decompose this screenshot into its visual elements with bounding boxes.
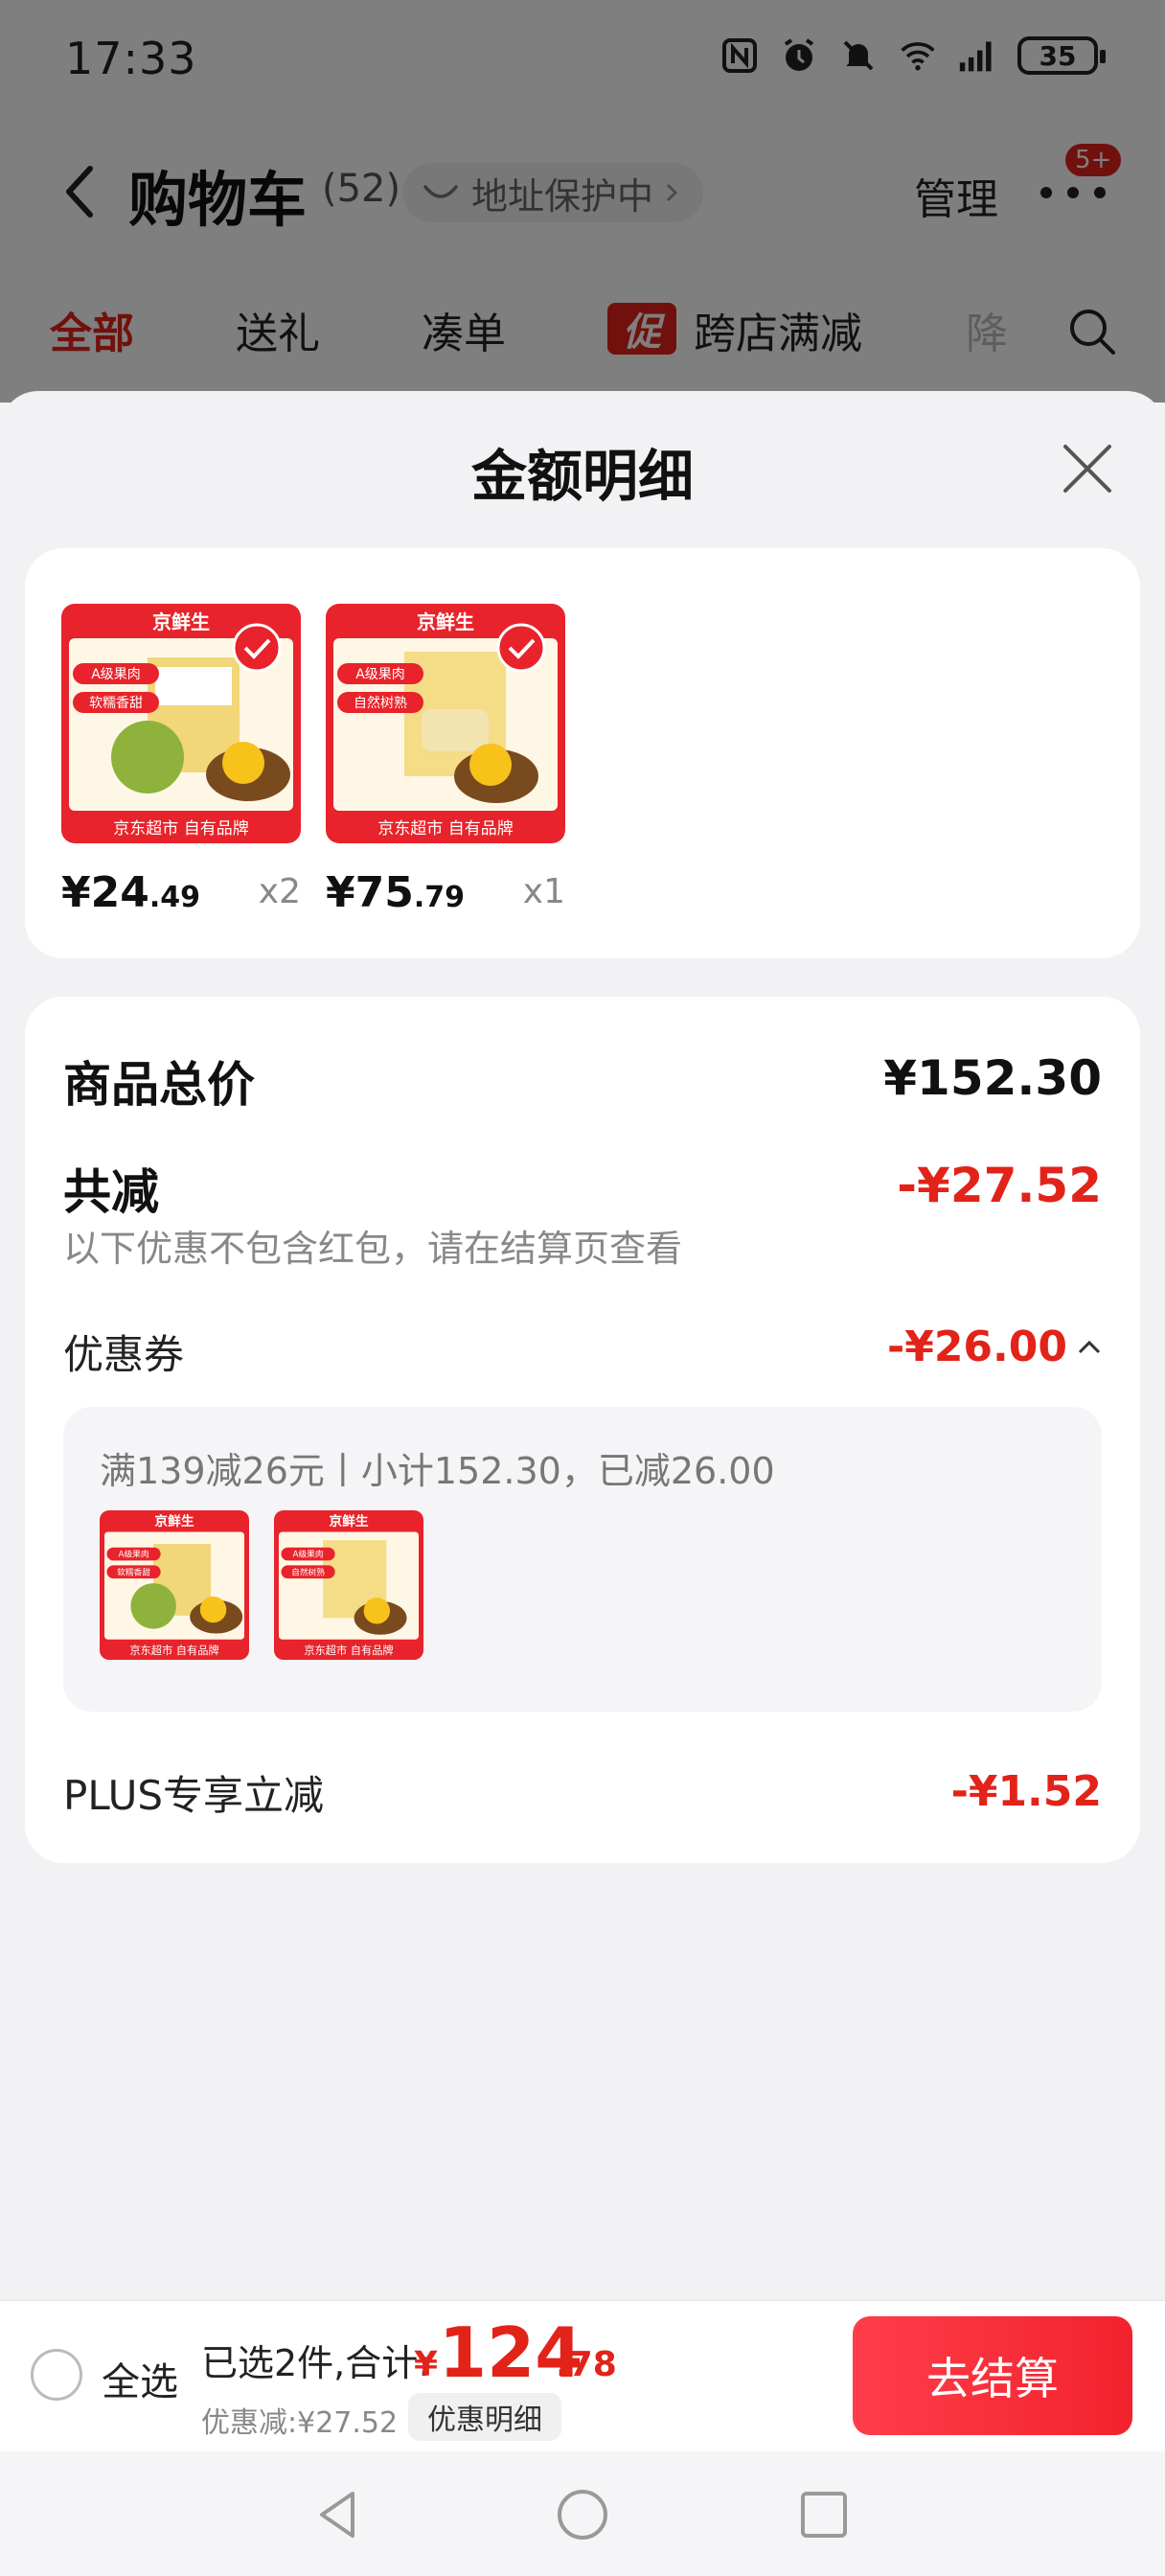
svg-text:自然树熟: 自然树熟: [291, 1566, 325, 1577]
amount-detail-sheet: 金额明细 京鲜生 A级果肉 软糯香甜 京东超市 自有品牌 ¥24.49 x2 京…: [0, 391, 1165, 2308]
product-price: ¥75.79: [326, 868, 466, 917]
coupon-value: -¥26.00: [886, 1322, 1067, 1371]
checkout-bar: 全选 已选2件,合计: ¥ 124 .78 优惠减:¥27.52 优惠明细 去结…: [0, 2300, 1165, 2451]
total-amount-decimal: .78: [556, 2345, 617, 2384]
svg-text:京东超市 自有品牌: 京东超市 自有品牌: [129, 1644, 218, 1657]
total-price-value: ¥152.30: [883, 1050, 1102, 1106]
discount-note: 以下优惠不包含红包，请在结算页查看: [63, 1228, 683, 1270]
amount-breakdown-card: 商品总价 ¥152.30 共减 -¥27.52 以下优惠不包含红包，请在结算页查…: [25, 997, 1140, 1863]
svg-text:京东超市 自有品牌: 京东超市 自有品牌: [377, 819, 513, 839]
svg-text:京鲜生: 京鲜生: [154, 1513, 194, 1530]
svg-text:京东超市 自有品牌: 京东超市 自有品牌: [304, 1644, 393, 1657]
discount-summary: 优惠减:¥27.52: [201, 2406, 399, 2440]
svg-text:自然树熟: 自然树熟: [354, 695, 407, 711]
selection-summary: 已选2件,合计:: [201, 2342, 431, 2384]
product-image[interactable]: 京鲜生 A级果肉 自然树熟 京东超市 自有品牌: [326, 604, 565, 843]
svg-text:京东超市 自有品牌: 京东超市 自有品牌: [113, 819, 248, 839]
nav-recent-apps-icon[interactable]: [793, 2484, 855, 2545]
svg-text:软糯香甜: 软糯香甜: [117, 1566, 150, 1577]
coupon-description: 满139减26元丨小计152.30，已减26.00: [100, 1450, 775, 1492]
nav-back-icon[interactable]: [308, 2484, 370, 2545]
coupon-toggle[interactable]: -¥26.00: [887, 1322, 1102, 1371]
selected-products-card: 京鲜生 A级果肉 软糯香甜 京东超市 自有品牌 ¥24.49 x2 京鲜生 A级…: [25, 548, 1140, 958]
reduce-label: 共减: [63, 1164, 159, 1220]
svg-text:A级果肉: A级果肉: [293, 1549, 324, 1560]
svg-text:A级果肉: A级果肉: [119, 1549, 149, 1560]
select-all-label[interactable]: 全选: [102, 2351, 178, 2406]
chevron-up-icon: [1078, 1340, 1101, 1353]
system-navigation-bar: [0, 2451, 1165, 2576]
total-price-label: 商品总价: [63, 1057, 255, 1113]
product-quantity: x2: [258, 872, 301, 911]
svg-text:软糯香甜: 软糯香甜: [89, 696, 143, 711]
product-quantity: x1: [522, 872, 565, 911]
discount-detail-button[interactable]: 优惠明细: [408, 2393, 561, 2441]
select-all-radio[interactable]: [31, 2349, 82, 2401]
product-price: ¥24.49: [61, 868, 201, 917]
sheet-title: 金额明细: [470, 444, 694, 509]
brand-label: 京鲜生: [417, 610, 474, 633]
product-image[interactable]: 京鲜生 A级果肉 软糯香甜 京东超市 自有品牌: [61, 604, 301, 843]
coupon-product-thumbnail: 京鲜生 A级果肉 自然树熟 京东超市 自有品牌: [274, 1510, 423, 1660]
svg-text:A级果肉: A级果肉: [355, 667, 405, 682]
close-icon[interactable]: [1060, 441, 1115, 496]
brand-label: 京鲜生: [152, 610, 210, 633]
svg-text:京鲜生: 京鲜生: [329, 1513, 368, 1530]
total-currency: ¥: [414, 2345, 439, 2384]
coupon-label: 优惠券: [63, 1331, 185, 1378]
coupon-detail-box: 满139减26元丨小计152.30，已减26.00 京鲜生 A级果肉 软糯香甜 …: [63, 1407, 1102, 1712]
coupon-product-thumbnail: 京鲜生 A级果肉 软糯香甜 京东超市 自有品牌: [100, 1510, 249, 1660]
plus-discount-value: -¥1.52: [950, 1767, 1102, 1816]
svg-text:A级果肉: A级果肉: [91, 667, 141, 682]
reduce-value: -¥27.52: [897, 1158, 1102, 1213]
plus-discount-label: PLUS专享立减: [63, 1772, 325, 1819]
modal-overlay[interactable]: [0, 0, 1165, 402]
checkout-button[interactable]: 去结算: [853, 2316, 1132, 2435]
nav-home-icon[interactable]: [552, 2484, 613, 2545]
